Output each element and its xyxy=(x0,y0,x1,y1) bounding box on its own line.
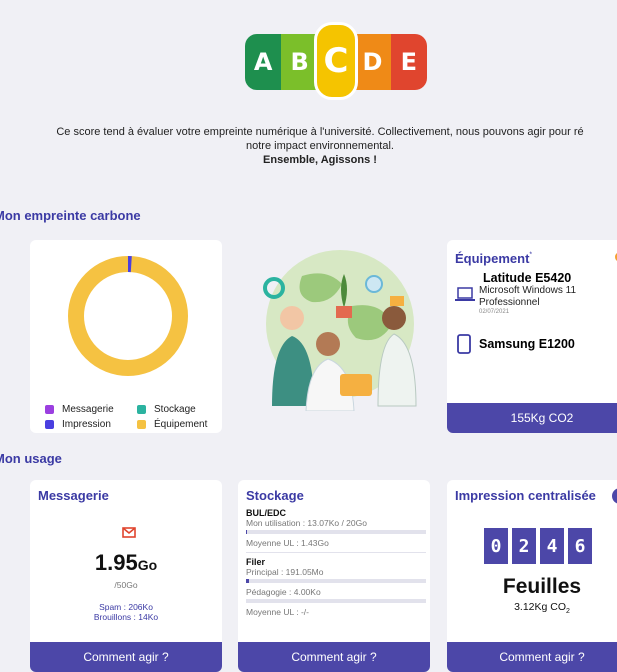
eco-illustration xyxy=(263,250,417,411)
carbon-legend: Messagerie Stockage Impression Équipemen… xyxy=(45,402,222,432)
score-letter-b: B xyxy=(281,34,318,90)
device-laptop: Latitude E5420 Microsoft Windows 11 Prof… xyxy=(455,271,576,315)
equipment-title: Équipement xyxy=(455,251,530,266)
stockage-action-button[interactable]: Comment agir ? xyxy=(238,642,430,672)
person-center-head xyxy=(316,332,340,356)
filer-title: Filer xyxy=(246,557,266,567)
impression-counter: 0 2 4 6 xyxy=(484,528,592,564)
legend-item-messagerie: Messagerie xyxy=(45,404,137,415)
legend-label-impression: Impression xyxy=(62,419,111,430)
equipment-co2-footer: 155Kg CO2 xyxy=(447,403,617,433)
legend-swatch-equipement xyxy=(137,420,146,429)
device-phone-name: Samsung E1200 xyxy=(479,337,575,351)
impression-info-icon[interactable] xyxy=(612,488,617,504)
web-icon xyxy=(365,275,383,293)
messagerie-card: Messagerie 1.95Go /50Go Spam : 206Ko Bro… xyxy=(30,480,222,672)
intro-text: Ce score tend à évaluer votre empreinte … xyxy=(0,125,617,167)
intro-slogan: Ensemble, Agissons ! xyxy=(263,154,377,166)
equipment-title-mark: * xyxy=(529,251,533,259)
impression-co2-value: 3.12Kg CO xyxy=(514,601,567,613)
legend-label-messagerie: Messagerie xyxy=(62,404,114,415)
legend-label-stockage: Stockage xyxy=(154,404,196,415)
impression-co2: 3.12Kg CO2 xyxy=(447,601,617,615)
impression-co2-sub: 2 xyxy=(566,608,570,616)
filer-average: Moyenne UL : -/- xyxy=(246,607,309,617)
phone-icon xyxy=(457,334,471,354)
messagerie-details: Spam : 206Ko Brouillons : 14Ko xyxy=(30,602,222,622)
envelope-illustration-icon xyxy=(390,296,404,306)
messagerie-drafts: Brouillons : 14Ko xyxy=(93,612,159,622)
messagerie-title: Messagerie xyxy=(38,488,109,503)
counter-digit: 0 xyxy=(484,528,508,564)
device-phone: Samsung E1200 xyxy=(457,334,575,354)
legend-label-equipement: Équipement xyxy=(154,419,208,430)
filer-pedagogie: Pédagogie : 4.00Ko xyxy=(246,587,321,597)
score-badge: A B D E C xyxy=(245,22,427,100)
legend-swatch-messagerie xyxy=(45,405,54,414)
messagerie-unit: Go xyxy=(137,557,158,573)
impression-label: Feuilles xyxy=(502,575,582,598)
impression-card: Impression centralisée 0 2 4 6 Feuilles … xyxy=(447,480,617,672)
counter-digit: 6 xyxy=(568,528,592,564)
legend-item-stockage: Stockage xyxy=(137,404,222,415)
bul-usage-bar xyxy=(246,530,426,534)
donut-segment-equipement xyxy=(68,256,188,376)
filer-pedagogie-bar xyxy=(246,599,426,603)
section-title-usage: Mon usage xyxy=(0,451,62,466)
messagerie-quota: /50Go xyxy=(114,580,138,590)
score-active-letter: C xyxy=(314,22,358,100)
intro-line-1: Ce score tend à évaluer votre empreinte … xyxy=(56,126,584,138)
stockage-card: Stockage BUL/EDC Mon utilisation : 13.07… xyxy=(238,480,430,672)
legend-swatch-impression xyxy=(45,420,54,429)
counter-digit: 4 xyxy=(540,528,564,564)
intro-line-2: notre impact environnemental. xyxy=(246,140,394,152)
filer-principal: Principal : 191.05Mo xyxy=(246,567,324,577)
carbon-donut-chart xyxy=(68,256,188,376)
score-letter-a: A xyxy=(245,34,282,90)
stockage-title: Stockage xyxy=(246,488,304,503)
equipment-card: Équipement* Latitude E5420 Microsoft Win… xyxy=(447,240,617,433)
legend-item-impression: Impression xyxy=(45,419,137,430)
legend-swatch-stockage xyxy=(137,405,146,414)
messagerie-value-block: 1.95Go xyxy=(30,550,222,576)
stockage-details: BUL/EDC Mon utilisation : 13.07Ko / 20Go… xyxy=(246,508,426,617)
impression-action-button[interactable]: Comment agir ? xyxy=(447,642,617,672)
legend-item-equipement: Équipement xyxy=(137,419,222,430)
messagerie-value: 1.95 xyxy=(94,550,138,575)
bul-title: BUL/EDC xyxy=(246,508,286,518)
bul-usage: Mon utilisation : 13.07Ko / 20Go xyxy=(246,518,367,528)
device-laptop-name: Latitude E5420 xyxy=(483,271,572,285)
score-letter-e: E xyxy=(390,34,427,90)
filer-principal-bar xyxy=(246,579,426,583)
laptop-illustration xyxy=(340,374,372,396)
laptop-icon xyxy=(455,287,475,301)
device-laptop-edition: Professionnel xyxy=(479,297,540,308)
impression-title: Impression centralisée xyxy=(455,488,596,503)
messagerie-spam: Spam : 206Ko xyxy=(99,602,153,612)
messagerie-action-button[interactable]: Comment agir ? xyxy=(30,642,222,672)
device-laptop-os: Microsoft Windows 11 xyxy=(479,285,577,296)
counter-digit: 2 xyxy=(512,528,536,564)
score-letter-d: D xyxy=(354,34,391,90)
carbon-donut-card: Messagerie Stockage Impression Équipemen… xyxy=(30,240,222,433)
bul-average: Moyenne UL : 1.43Go xyxy=(246,538,329,548)
device-laptop-date: 02/07/2021 xyxy=(479,309,510,315)
person-right-head xyxy=(382,306,406,330)
mail-icon xyxy=(122,527,136,538)
person-left-head xyxy=(280,306,304,330)
section-title-carbon: Mon empreinte carbone xyxy=(0,208,141,223)
